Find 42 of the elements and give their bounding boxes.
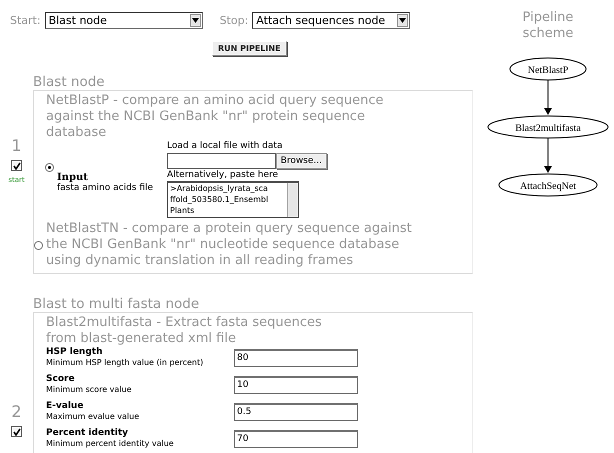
scheme-title: Pipeline scheme xyxy=(522,10,574,42)
parameter-description: Minimum HSP length value (in percent) xyxy=(46,357,204,368)
graph-node: AttachSeqNet xyxy=(498,174,598,196)
input-description: fasta amino acids file xyxy=(57,183,154,194)
stop-label: Stop: xyxy=(220,14,248,27)
browse-button[interactable]: Browse... xyxy=(276,153,327,169)
checkbox[interactable] xyxy=(11,426,22,437)
paste-hint: Alternatively, paste here xyxy=(167,170,280,181)
parameter-input[interactable]: 80 xyxy=(234,349,358,367)
graph-node: NetBlastP xyxy=(510,58,586,80)
node-heading: Blast node xyxy=(33,74,106,90)
node-heading: Blast to multi fasta node xyxy=(33,296,200,312)
method-title: NetBlastP - compare an amino acid query sequence against the NCBI GenBank "nr" protein sequence database xyxy=(46,93,384,141)
method-title: Blast2multifasta - Extract fasta sequences from blast-generated xml file xyxy=(46,315,323,347)
arrow xyxy=(544,80,552,115)
parameter-name: Score xyxy=(46,374,76,384)
parameter-input[interactable]: 10 xyxy=(234,376,358,394)
scrollbar[interactable] xyxy=(287,183,298,217)
arrow xyxy=(544,138,552,173)
checkbox[interactable] xyxy=(11,160,22,171)
parameter-description: Minimum percent identity value xyxy=(46,438,175,449)
method-title: NetBlastTN - compare a protein query sequence against the NCBI GenBank "nr" nucleotide sequence database using dynamic translation in all reading frames xyxy=(46,221,413,269)
parameter-name: E-value xyxy=(46,401,84,411)
stop-dropdown[interactable]: Attach sequences node xyxy=(252,12,410,29)
radio-button[interactable] xyxy=(45,163,54,172)
file-hint: Load a local file with data xyxy=(167,141,284,152)
start-dropdown[interactable]: Blast node xyxy=(44,12,203,29)
run-pipeline-button[interactable]: RUN PIPELINE xyxy=(212,41,287,56)
parameter-description: Maximum evalue value xyxy=(46,411,140,422)
file-path-field[interactable] xyxy=(167,153,276,169)
radio-button[interactable] xyxy=(34,241,43,250)
node-number: 1 xyxy=(11,137,22,155)
start-label: Start: xyxy=(10,14,41,27)
parameter-input[interactable]: 70 xyxy=(234,430,358,448)
input-label: Input xyxy=(57,172,89,183)
paste-field[interactable]: >Arabidopsis_lyrata_sca ffold_503580.1_Ensembl Plants xyxy=(167,181,299,218)
graph-node: Blast2multifasta xyxy=(488,116,608,138)
parameter-name: HSP length xyxy=(46,347,104,357)
parameter-description: Minimum score value xyxy=(46,384,133,395)
node-number: 2 xyxy=(11,403,22,421)
parameter-input[interactable]: 0.5 xyxy=(234,403,358,421)
parameter-name: Percent identity xyxy=(46,428,130,438)
